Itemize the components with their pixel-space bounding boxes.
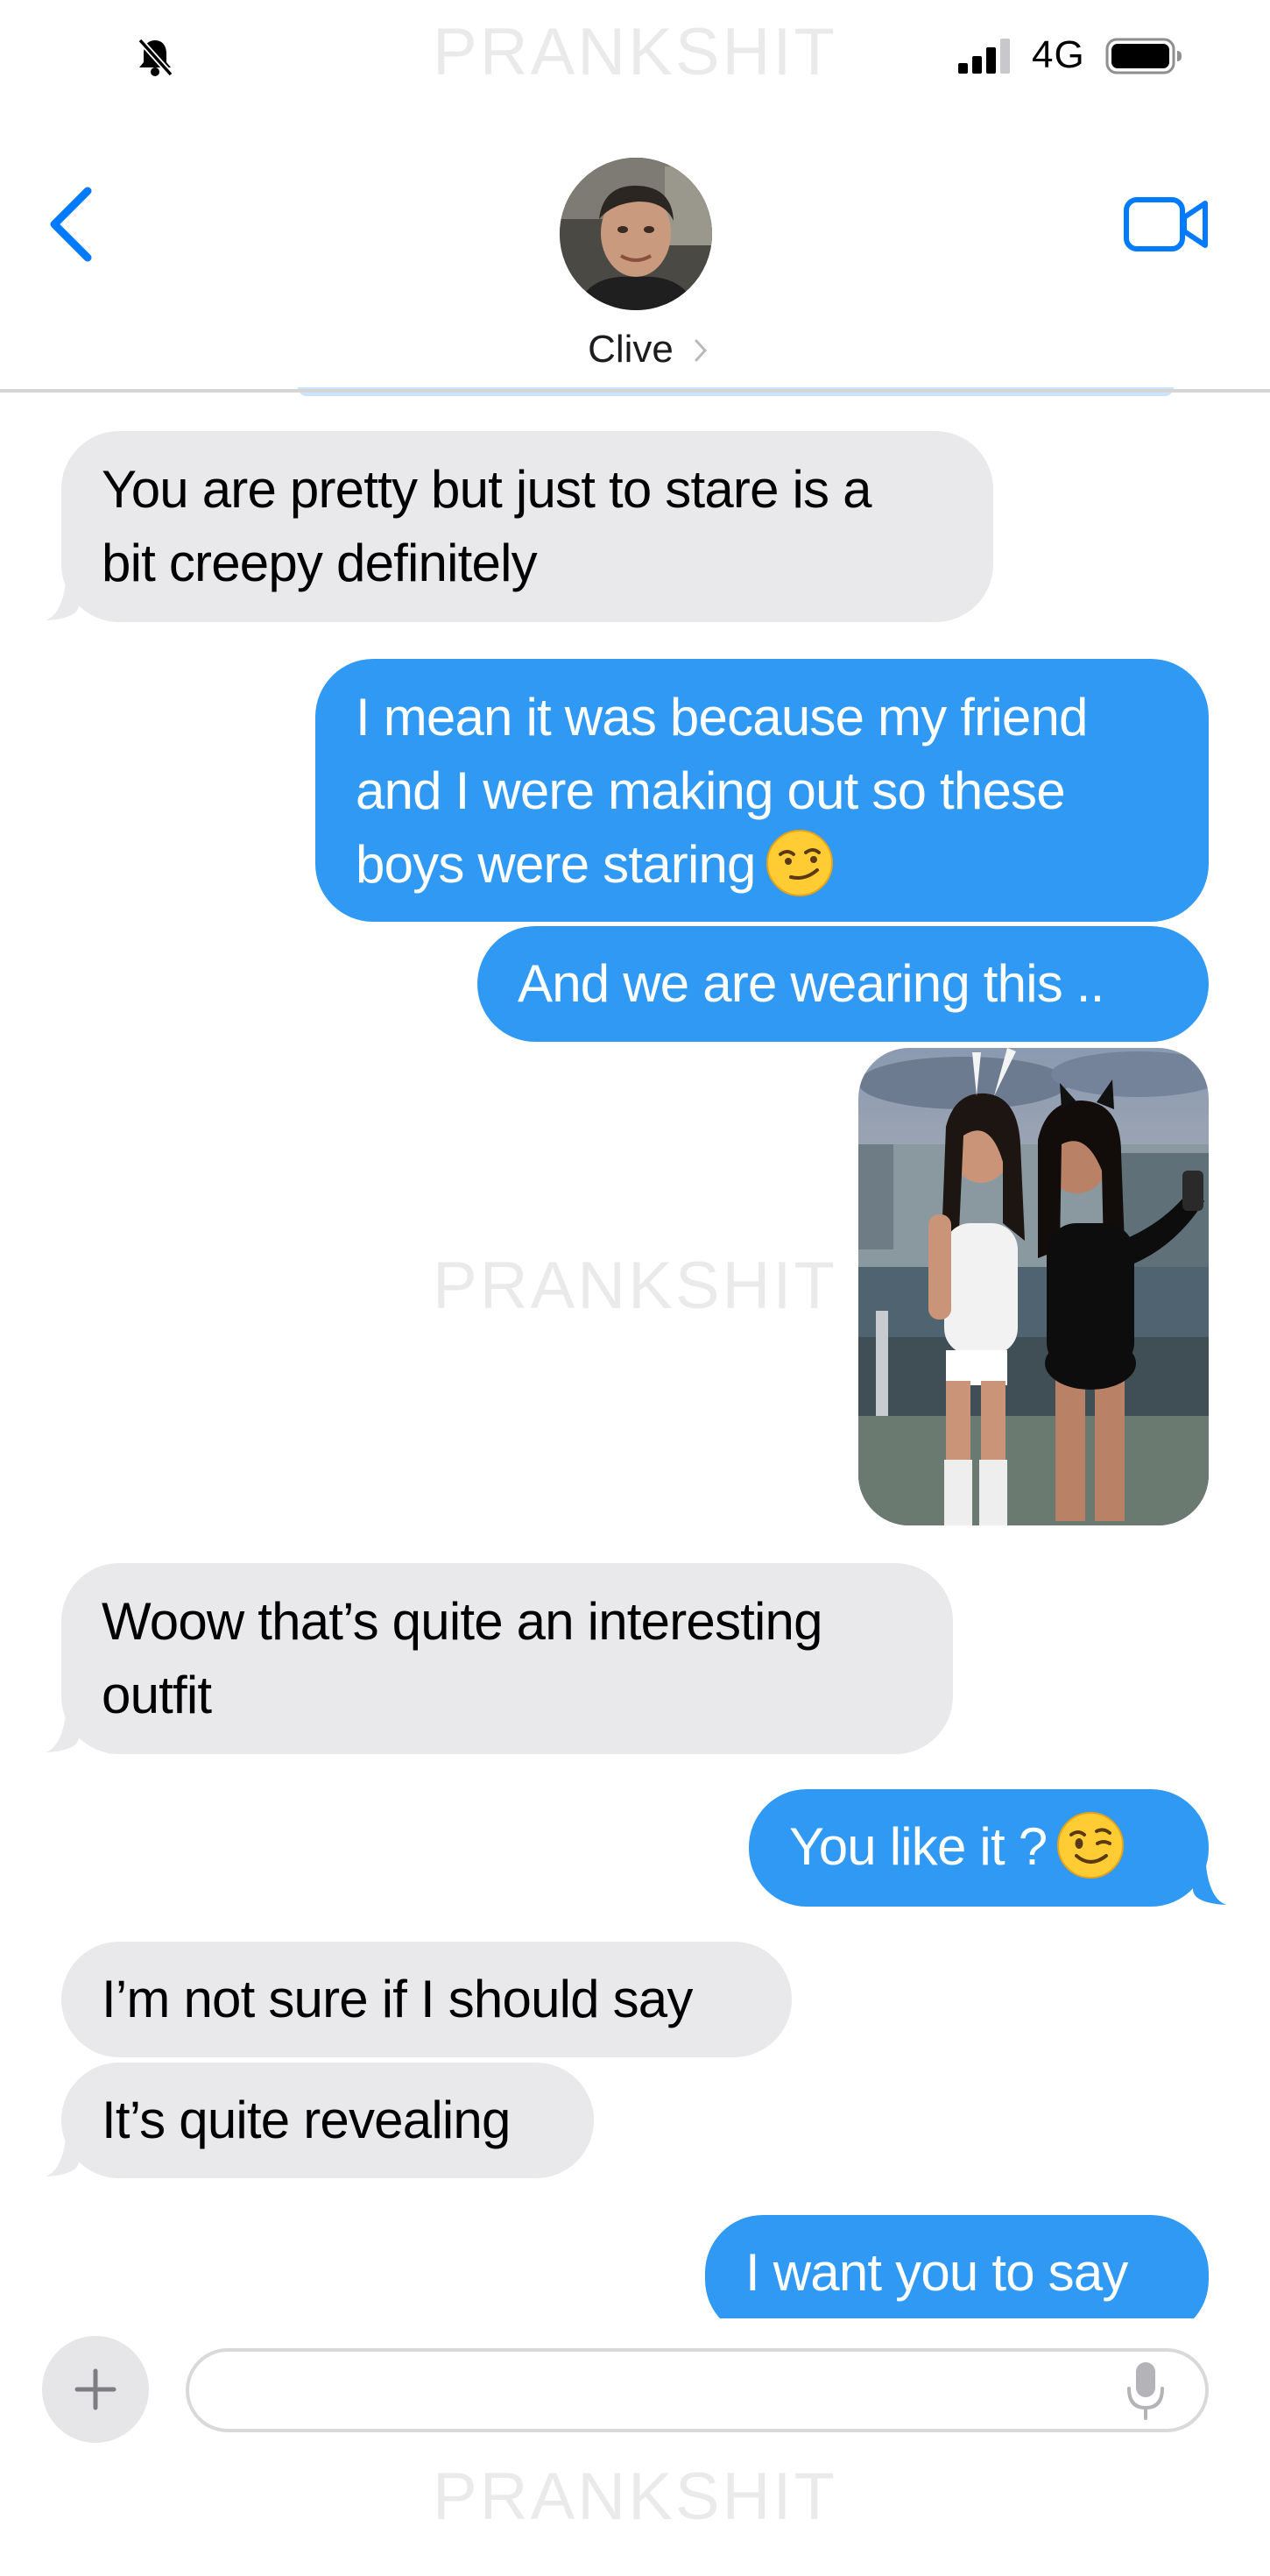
chevron-right-icon[interactable] [692, 337, 709, 364]
message-line: and I were making out so these [356, 761, 1066, 820]
message-line: bit creepy definitely [102, 534, 538, 592]
avatar-photo [560, 158, 712, 310]
message-bubble-incoming[interactable]: Woow that’s quite an interesting outfit [61, 1563, 953, 1754]
plus-icon [74, 2368, 116, 2410]
message-line: I want you to say [745, 2243, 1128, 2302]
message-line: You like it ? [789, 1810, 1168, 1886]
message-bubble-incoming[interactable]: I’m not sure if I should say [61, 1942, 792, 2057]
watermark: PRANKSHIT [433, 15, 837, 89]
microphone-icon[interactable] [1125, 2360, 1167, 2422]
message-bubble-incoming[interactable]: It’s quite revealing [61, 2063, 594, 2178]
contact-name[interactable]: Clive [0, 328, 1261, 372]
message-text: You like it ? [789, 1817, 1048, 1876]
header-divider [0, 389, 1270, 393]
message-text: boys were staring [356, 835, 756, 894]
message-line: And we are wearing this .. [518, 954, 1104, 1013]
contact-avatar[interactable] [560, 158, 712, 310]
message-bubble-outgoing[interactable]: I mean it was because my friend and I we… [315, 659, 1209, 922]
watermark: PRANKSHIT [433, 2459, 837, 2534]
message-bubble-incoming[interactable]: You are pretty but just to stare is a bi… [61, 431, 993, 622]
message-input[interactable] [186, 2348, 1209, 2432]
add-attachment-button[interactable] [42, 2336, 149, 2443]
message-line: I mean it was because my friend [356, 688, 1088, 747]
smirking-face-emoji-icon [766, 830, 833, 897]
message-line: I’m not sure if I should say [102, 1970, 693, 2028]
message-line: boys were staring [356, 828, 1168, 903]
message-line: Woow that’s quite an interesting [102, 1592, 823, 1651]
back-chevron-icon[interactable] [42, 184, 103, 265]
facetime-video-icon[interactable] [1123, 195, 1210, 254]
message-line: outfit [102, 1666, 212, 1724]
message-line: You are pretty but just to stare is a [102, 460, 872, 519]
message-bubble-outgoing[interactable]: You like it ? [749, 1789, 1209, 1907]
message-line: It’s quite revealing [102, 2091, 511, 2149]
watermark: PRANKSHIT [433, 1249, 837, 1323]
message-bubble-outgoing[interactable]: And we are wearing this .. [477, 926, 1209, 1042]
winking-face-emoji-icon [1057, 1812, 1125, 1879]
